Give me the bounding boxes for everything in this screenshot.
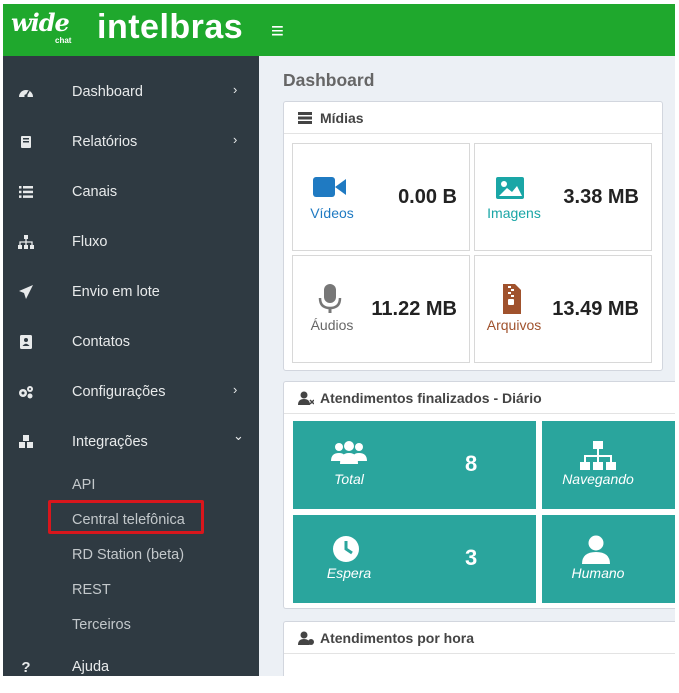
main-content: Dashboard Mídias Vídeos 0.00 B Imagens 3… [259,56,675,676]
page-title: Dashboard [283,70,375,90]
media-value: 3.38 MB [563,186,639,208]
media-label: Arquivos [486,317,542,333]
sidebar-subitem-terceiros[interactable]: Terceiros [72,617,131,633]
user-clock-icon [298,631,314,645]
media-label: Vídeos [310,205,354,221]
sidebar-item-integracoes[interactable]: Integrações ⌄ [3,418,259,468]
logo-chat-text: chat [55,36,72,45]
media-value: 13.49 MB [552,298,639,320]
panel-header: Mídias [284,102,662,134]
media-box-arquivos[interactable]: Arquivos 13.49 MB [474,255,652,363]
sitemap-icon [580,441,616,471]
sidebar-item-dashboard[interactable]: Dashboard › [3,68,259,118]
app-window: wide chat intelbras ≡ Dashboard › Relató… [0,0,679,676]
server-icon [298,111,314,125]
media-box-videos[interactable]: Vídeos 0.00 B [292,143,470,251]
panel-title: Mídias [320,110,364,126]
tile-total[interactable]: Total 8 [293,421,536,509]
hamburger-icon[interactable]: ≡ [271,18,284,44]
media-value: 0.00 B [398,186,457,208]
tile-label: Navegando [562,471,634,487]
tile-humano[interactable]: Humano [542,515,675,603]
microphone-icon [313,284,347,313]
tile-espera[interactable]: Espera 3 [293,515,536,603]
media-panel: Mídias Vídeos 0.00 B Imagens 3.38 MB Áud… [283,101,663,371]
media-box-audios[interactable]: Áudios 11.22 MB [292,255,470,363]
sidebar-item-ajuda[interactable]: ? Ajuda [3,643,259,693]
sidebar-item-envio-em-lote[interactable]: Envio em lote [3,268,259,318]
sidebar-item-contatos[interactable]: Contatos [3,318,259,368]
chevron-right-icon: › [233,132,238,147]
sidebar-item-label: Configurações [72,384,166,400]
chevron-down-icon: ⌄ [233,428,244,443]
tile-label: Humano [571,565,625,581]
book-icon [17,133,35,151]
image-icon [495,176,529,202]
sidebar-item-configuracoes[interactable]: Configurações › [3,368,259,418]
sidebar-item-fluxo[interactable]: Fluxo [3,218,259,268]
cubes-icon [17,433,35,451]
chevron-right-icon: › [233,382,238,397]
panel-header: Atendimentos finalizados - Diário [284,382,675,414]
panel-title: Atendimentos por hora [320,630,475,646]
logo-wide-text: wide [11,8,70,37]
paper-plane-icon [17,283,35,301]
sidebar-item-label: Relatórios [72,134,138,150]
sidebar-item-label: Integrações [72,434,148,450]
tile-value: 8 [465,451,478,476]
sidebar-item-label: Contatos [72,334,131,350]
hourly-panel: Atendimentos por hora [283,621,675,676]
sidebar-subitem-rd-station[interactable]: RD Station (beta) [72,547,184,563]
intelbras-logo: intelbras [97,8,244,46]
daily-panel: Atendimentos finalizados - Diário Total … [283,381,675,609]
clock-icon [331,535,365,565]
sitemap-icon [17,233,35,251]
sidebar-item-label: Fluxo [72,234,108,250]
dashboard-icon [17,83,35,101]
media-box-imagens[interactable]: Imagens 3.38 MB [474,143,652,251]
sidebar-item-label: Canais [72,184,118,200]
top-navbar: wide chat intelbras ≡ [3,4,675,56]
sidebar-item-label: Envio em lote [72,284,160,300]
tile-value: 3 [465,545,478,570]
tile-label: Total [334,471,364,487]
list-icon [17,183,35,201]
media-label: Áudios [310,317,354,333]
panel-header: Atendimentos por hora [284,622,675,654]
user-times-icon [298,391,315,405]
tile-label: Espera [326,565,372,581]
sidebar: Dashboard › Relatórios › Canais Fluxo En… [3,56,259,676]
wide-chat-logo[interactable]: wide chat [11,8,71,45]
sidebar-item-label: Dashboard [72,84,143,100]
sidebar-subitem-rest[interactable]: REST [72,582,111,598]
chevron-right-icon: › [233,82,238,97]
gears-icon [17,383,35,401]
file-archive-icon [495,284,529,314]
users-icon [331,441,367,471]
sidebar-item-relatorios[interactable]: Relatórios › [3,118,259,168]
video-camera-icon [313,176,347,202]
panel-title: Atendimentos finalizados - Diário [320,390,542,406]
question-icon: ? [21,658,31,676]
address-book-icon [17,333,35,351]
sidebar-subitem-api[interactable]: API [72,477,95,493]
tile-navegando[interactable]: Navegando [542,421,675,509]
sidebar-item-canais[interactable]: Canais [3,168,259,218]
media-value: 11.22 MB [371,298,457,320]
media-label: Imagens [487,205,541,221]
user-icon [580,535,614,565]
sidebar-item-label: Ajuda [72,659,110,675]
highlight-box [48,500,204,534]
